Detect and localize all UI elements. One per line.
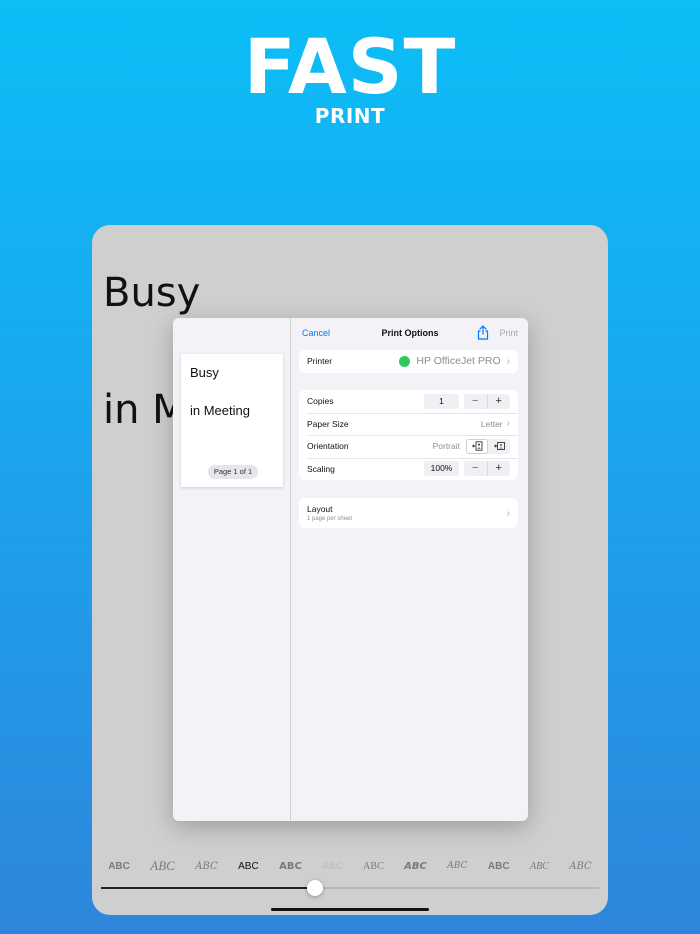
copies-label: Copies <box>307 396 334 407</box>
printer-label: Printer <box>307 356 333 367</box>
font-option-selected[interactable]: ABC <box>238 861 259 872</box>
home-indicator <box>271 908 429 911</box>
copies-field[interactable]: 1 <box>424 393 459 409</box>
layout-label: Layout <box>307 504 333 514</box>
font-picker-strip: ABC ABC ABC ABC ABC ABC ABC ABC ABC ABC … <box>92 856 608 876</box>
promo-headline: FAST <box>243 22 457 111</box>
slider-thumb[interactable] <box>307 880 324 896</box>
copies-increment-button[interactable]: + <box>488 394 511 409</box>
chevron-right-icon: › <box>506 418 510 430</box>
share-icon[interactable] <box>476 325 490 340</box>
font-option[interactable]: ABC <box>569 861 591 872</box>
chevron-right-icon: › <box>506 507 510 519</box>
scaling-stepper: − + <box>464 461 511 477</box>
printer-name: HP OfficeJet PRO <box>416 355 501 368</box>
promo-subhead: PRINT <box>314 104 386 128</box>
font-option[interactable]: ABC <box>108 861 130 872</box>
font-option[interactable]: ABC <box>488 861 510 872</box>
page-thumbnail[interactable]: Busy in Meeting Page 1 of 1 <box>181 354 283 487</box>
copies-decrement-button[interactable]: − <box>464 393 488 409</box>
settings-group: Copies 1 − + Paper Size Letter › Orienta… <box>299 390 518 480</box>
paper-size-label: Paper Size <box>307 418 349 429</box>
scaling-row: Scaling 100% − + <box>299 457 518 481</box>
printer-group: Printer HP OfficeJet PRO › <box>299 350 518 373</box>
scaling-field[interactable]: 100% <box>424 461 459 477</box>
thumbnail-text-line1: Busy <box>190 365 219 380</box>
print-button[interactable]: Print <box>499 328 518 338</box>
sheet-title: Print Options <box>381 328 439 338</box>
tablet-screen: Busy in M Busy in Meeting Page 1 of 1 Ca… <box>92 225 608 915</box>
layout-row[interactable]: Layout 1 page per sheet › <box>299 498 518 528</box>
font-option[interactable]: ABC <box>363 861 384 872</box>
print-preview-pane: Busy in Meeting Page 1 of 1 <box>173 318 291 821</box>
paper-size-row[interactable]: Paper Size Letter › <box>299 412 518 436</box>
layout-group: Layout 1 page per sheet › <box>299 498 518 528</box>
portrait-button[interactable] <box>466 438 488 454</box>
document-text-line1: Busy <box>103 270 201 316</box>
print-options-sheet: Busy in Meeting Page 1 of 1 Cancel Print… <box>173 318 528 821</box>
orientation-label: Orientation <box>307 441 349 452</box>
printer-status-dot <box>399 355 411 367</box>
font-option[interactable]: ABC <box>530 861 549 872</box>
font-size-slider[interactable] <box>101 880 599 896</box>
font-option[interactable]: ABC <box>447 861 467 871</box>
landscape-icon <box>494 442 505 451</box>
scaling-increment-button[interactable]: + <box>488 461 511 476</box>
scaling-decrement-button[interactable]: − <box>464 461 488 477</box>
font-option[interactable]: ABC <box>195 861 217 872</box>
orientation-selector <box>466 438 510 454</box>
copies-row: Copies 1 − + <box>299 390 518 413</box>
options-pane: Cancel Print Options Print Printer HP Of… <box>292 318 528 821</box>
navigation-bar: Cancel Print Options Print <box>292 318 528 348</box>
copies-stepper: − + <box>464 393 511 409</box>
landscape-button[interactable] <box>488 439 510 454</box>
font-option[interactable]: ABC <box>322 861 343 872</box>
slider-fill <box>101 887 316 889</box>
orientation-value: Portrait <box>432 441 460 452</box>
layout-subtitle: 1 page per sheet <box>307 516 353 522</box>
font-option[interactable]: ABC <box>150 858 175 874</box>
printer-row[interactable]: Printer HP OfficeJet PRO › <box>299 350 518 373</box>
portrait-icon <box>472 441 483 451</box>
thumbnail-text-line2: in Meeting <box>190 403 250 418</box>
orientation-row: Orientation Portrait <box>299 435 518 458</box>
font-option[interactable]: ABC <box>279 861 302 872</box>
font-option[interactable]: ABC <box>404 861 427 872</box>
chevron-right-icon: › <box>506 355 510 367</box>
page-counter: Page 1 of 1 <box>208 465 258 479</box>
paper-size-value: Letter <box>480 418 503 429</box>
scaling-label: Scaling <box>307 463 335 474</box>
